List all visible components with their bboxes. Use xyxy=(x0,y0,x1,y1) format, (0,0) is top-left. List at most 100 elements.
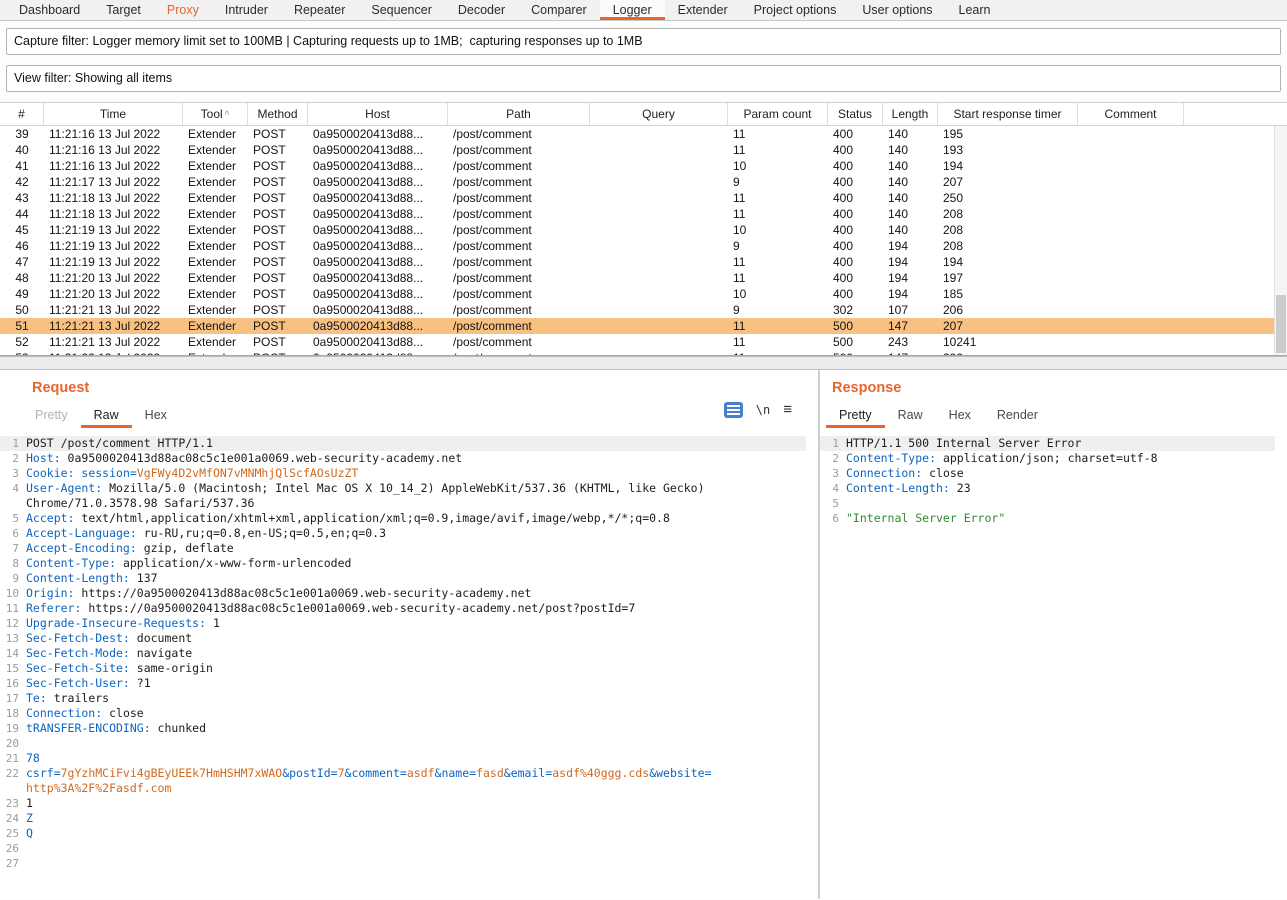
table-row[interactable]: 4311:21:18 13 Jul 2022ExtenderPOST0a9500… xyxy=(0,190,1287,206)
cell-method: POST xyxy=(248,174,308,190)
table-row[interactable]: 3911:21:16 13 Jul 2022ExtenderPOST0a9500… xyxy=(0,126,1287,142)
column-header-comment[interactable]: Comment xyxy=(1078,103,1184,125)
column-header-path[interactable]: Path xyxy=(448,103,590,125)
editor-menu-icon[interactable]: ≡ xyxy=(783,403,792,417)
column-header-param-count[interactable]: Param count xyxy=(728,103,828,125)
table-row[interactable]: 4411:21:18 13 Jul 2022ExtenderPOST0a9500… xyxy=(0,206,1287,222)
cell-length: 140 xyxy=(883,158,938,174)
response-tab-raw[interactable]: Raw xyxy=(885,404,936,428)
main-tab-user-options[interactable]: User options xyxy=(849,0,945,20)
cell-method: POST xyxy=(248,286,308,302)
main-tab-repeater[interactable]: Repeater xyxy=(281,0,358,20)
scrollbar-thumb[interactable] xyxy=(1276,295,1286,353)
cell-query xyxy=(590,318,728,334)
cell-status: 500 xyxy=(828,334,883,350)
column-header-query[interactable]: Query xyxy=(590,103,728,125)
column-header-status[interactable]: Status xyxy=(828,103,883,125)
table-row[interactable]: 5011:21:21 13 Jul 2022ExtenderPOST0a9500… xyxy=(0,302,1287,318)
column-header-time[interactable]: Time xyxy=(44,103,183,125)
main-tab-comparer[interactable]: Comparer xyxy=(518,0,600,20)
table-row[interactable]: 4511:21:19 13 Jul 2022ExtenderPOST0a9500… xyxy=(0,222,1287,238)
main-tab-project-options[interactable]: Project options xyxy=(741,0,850,20)
cell-query xyxy=(590,222,728,238)
request-tab-hex[interactable]: Hex xyxy=(132,404,180,428)
cell-method: POST xyxy=(248,190,308,206)
column-header-start-response-timer[interactable]: Start response timer xyxy=(938,103,1078,125)
cell-param_count: 9 xyxy=(728,174,828,190)
cell-param_count: 10 xyxy=(728,158,828,174)
table-row[interactable]: 4111:21:16 13 Jul 2022ExtenderPOST0a9500… xyxy=(0,158,1287,174)
cell-time: 11:21:17 13 Jul 2022 xyxy=(44,174,183,190)
column-header-length[interactable]: Length xyxy=(883,103,938,125)
capture-filter-bar[interactable]: Capture filter: Logger memory limit set … xyxy=(6,28,1281,55)
line-number: 3 xyxy=(0,466,26,481)
column-header-tool[interactable]: Tool^ xyxy=(183,103,248,125)
cell-comment xyxy=(1078,158,1184,174)
request-editor-content[interactable]: 1POST /post/comment HTTP/1.12Host: 0a950… xyxy=(0,436,806,871)
cell-length: 194 xyxy=(883,270,938,286)
cell-time: 11:21:21 13 Jul 2022 xyxy=(44,302,183,318)
cell-path: /post/comment xyxy=(448,126,590,142)
main-tab-sequencer[interactable]: Sequencer xyxy=(358,0,444,20)
table-row[interactable]: 5311:21:22 13 Jul 2022ExtenderPOST0a9500… xyxy=(0,350,1287,356)
request-tab-pretty[interactable]: Pretty xyxy=(22,404,81,428)
cell-path: /post/comment xyxy=(448,350,590,356)
column-header-host[interactable]: Host xyxy=(308,103,448,125)
main-tab-decoder[interactable]: Decoder xyxy=(445,0,518,20)
column-header-method[interactable]: Method xyxy=(248,103,308,125)
editor-line: 27 xyxy=(0,856,806,871)
table-row[interactable]: 5211:21:21 13 Jul 2022ExtenderPOST0a9500… xyxy=(0,334,1287,350)
table-row[interactable]: 4011:21:16 13 Jul 2022ExtenderPOST0a9500… xyxy=(0,142,1287,158)
line-number: 25 xyxy=(0,826,26,841)
main-tab-extender[interactable]: Extender xyxy=(665,0,741,20)
table-row[interactable]: 4211:21:17 13 Jul 2022ExtenderPOST0a9500… xyxy=(0,174,1287,190)
table-row[interactable]: 4811:21:20 13 Jul 2022ExtenderPOST0a9500… xyxy=(0,270,1287,286)
cell-host: 0a9500020413d88... xyxy=(308,126,448,142)
show-nonprintable-icon[interactable]: \n xyxy=(756,403,770,417)
cell-id: 43 xyxy=(0,190,44,206)
cell-path: /post/comment xyxy=(448,142,590,158)
table-row[interactable]: 4611:21:19 13 Jul 2022ExtenderPOST0a9500… xyxy=(0,238,1287,254)
main-tab-intruder[interactable]: Intruder xyxy=(212,0,281,20)
cell-method: POST xyxy=(248,334,308,350)
line-text: Host: 0a9500020413d88ac08c5c1e001a0069.w… xyxy=(26,451,462,466)
cell-timer: 194 xyxy=(938,254,1078,270)
editor-line: 24Z xyxy=(0,811,806,826)
response-tab-pretty[interactable]: Pretty xyxy=(826,404,885,428)
main-tab-learn[interactable]: Learn xyxy=(946,0,1004,20)
cell-timer: 197 xyxy=(938,270,1078,286)
column-header--[interactable]: # xyxy=(0,103,44,125)
request-tab-raw[interactable]: Raw xyxy=(81,404,132,428)
main-tab-logger[interactable]: Logger xyxy=(600,0,665,20)
line-text: Te: trailers xyxy=(26,691,109,706)
editor-line: 17Te: trailers xyxy=(0,691,806,706)
table-row[interactable]: 4911:21:20 13 Jul 2022ExtenderPOST0a9500… xyxy=(0,286,1287,302)
main-tab-target[interactable]: Target xyxy=(93,0,154,20)
cell-tool: Extender xyxy=(183,350,248,356)
horizontal-splitter[interactable] xyxy=(0,356,1287,370)
response-tab-render[interactable]: Render xyxy=(984,404,1051,428)
editor-line: 18Connection: close xyxy=(0,706,806,721)
response-tab-hex[interactable]: Hex xyxy=(936,404,984,428)
pretty-format-icon[interactable] xyxy=(724,402,743,418)
response-editor-content[interactable]: 1HTTP/1.1 500 Internal Server Error2Cont… xyxy=(820,436,1275,526)
cell-method: POST xyxy=(248,302,308,318)
editor-line: 5 xyxy=(820,496,1275,511)
view-filter-bar[interactable]: View filter: Showing all items xyxy=(6,65,1281,92)
table-row[interactable]: 5111:21:21 13 Jul 2022ExtenderPOST0a9500… xyxy=(0,318,1287,334)
cell-time: 11:21:19 13 Jul 2022 xyxy=(44,238,183,254)
cell-status: 400 xyxy=(828,158,883,174)
line-number: 23 xyxy=(0,796,26,811)
line-number: 4 xyxy=(820,481,846,496)
table-row[interactable]: 4711:21:19 13 Jul 2022ExtenderPOST0a9500… xyxy=(0,254,1287,270)
line-text: Sec-Fetch-Mode: navigate xyxy=(26,646,192,661)
cell-query xyxy=(590,238,728,254)
main-tab-dashboard[interactable]: Dashboard xyxy=(6,0,93,20)
main-tab-proxy[interactable]: Proxy xyxy=(154,0,212,20)
cell-param_count: 10 xyxy=(728,222,828,238)
editor-line: 3Cookie: session=VgFWy4D2vMfON7vMNMhjQlS… xyxy=(0,466,806,481)
editor-line: Chrome/71.0.3578.98 Safari/537.36 xyxy=(0,496,806,511)
table-vertical-scrollbar[interactable] xyxy=(1274,126,1287,355)
line-number: 8 xyxy=(0,556,26,571)
cell-timer: 206 xyxy=(938,302,1078,318)
